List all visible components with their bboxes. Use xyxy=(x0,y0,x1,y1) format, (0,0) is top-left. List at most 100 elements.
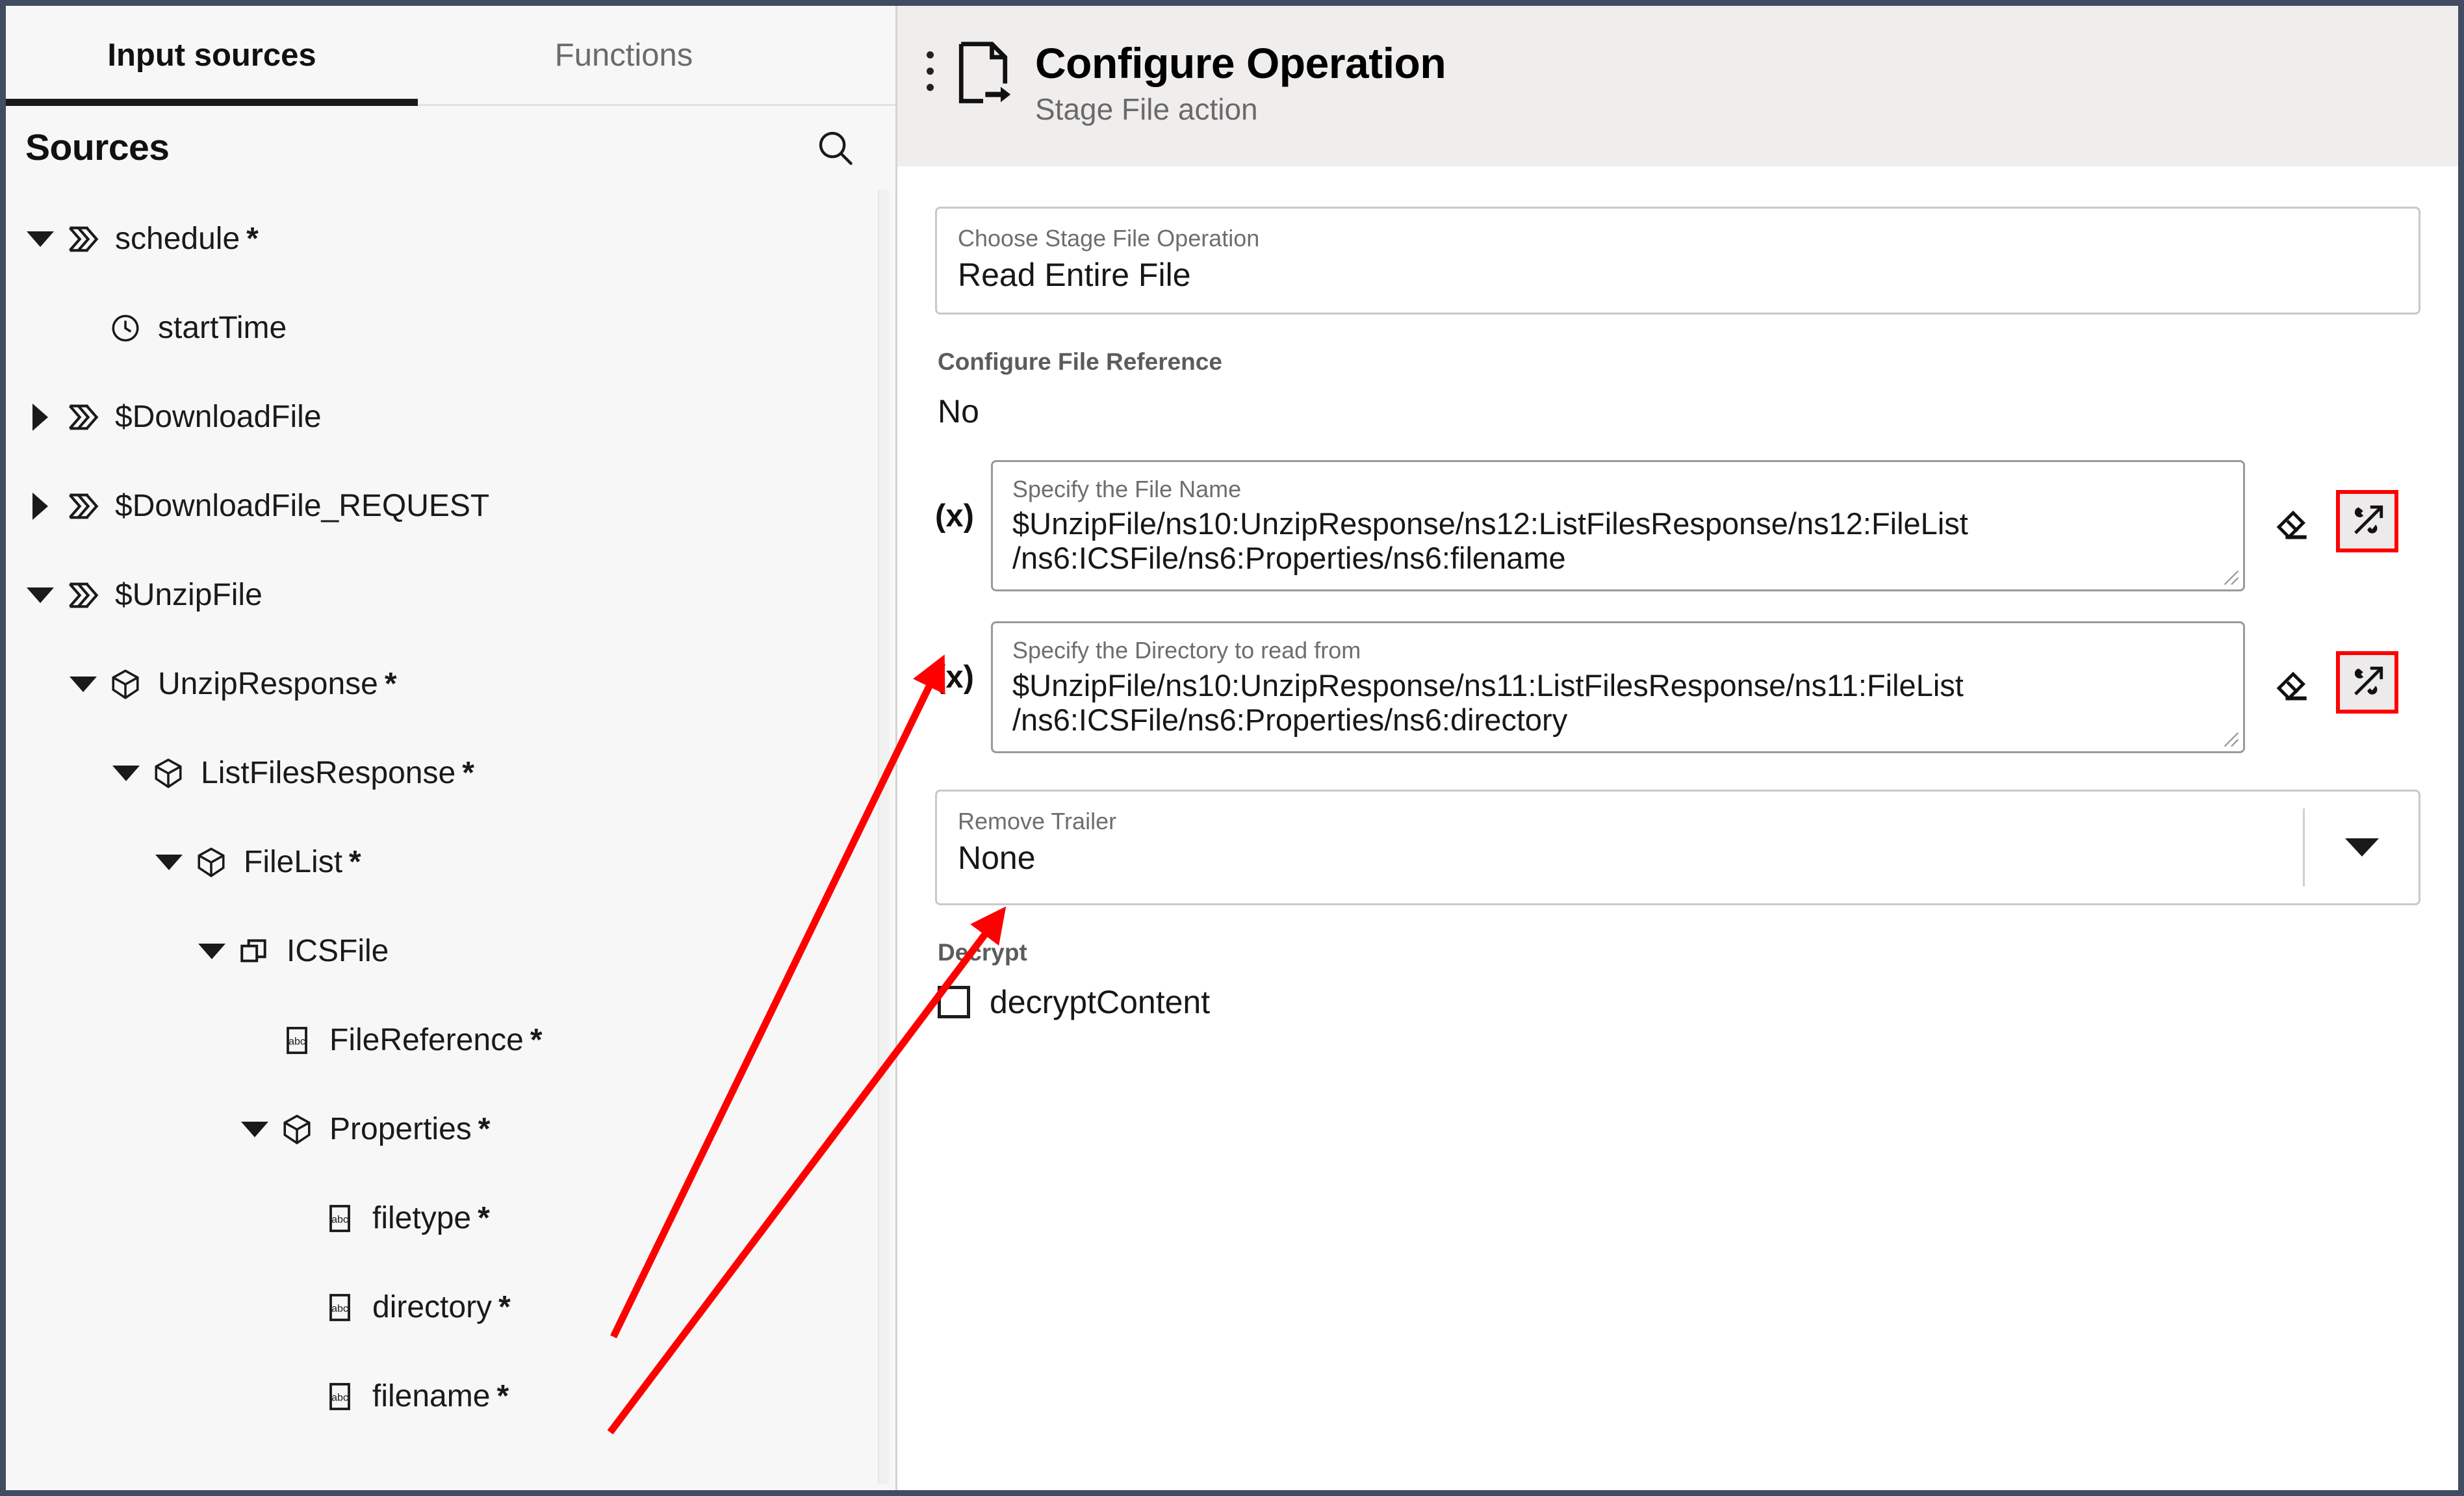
file-name-input[interactable]: Specify the File Name $UnzipFile/ns10:Un… xyxy=(991,460,2245,592)
tree-item-label: Properties xyxy=(329,1114,472,1145)
caret-down-icon[interactable] xyxy=(68,669,98,699)
tree-item-label: schedule xyxy=(115,224,240,255)
required-marker: * xyxy=(246,221,259,257)
decrypt-content-row[interactable]: decryptContent xyxy=(938,983,2420,1021)
remove-trailer-label: Remove Trailer xyxy=(958,808,2282,834)
panel-tab-bar: Input sources Functions xyxy=(6,6,895,106)
tree-item-label: filetype xyxy=(372,1203,471,1234)
tree-item-filelist[interactable]: FileList* xyxy=(6,818,895,907)
stage-file-operation-field[interactable]: Choose Stage File Operation Read Entire … xyxy=(935,207,2420,315)
abc-field-icon: abc xyxy=(322,1200,358,1237)
expression-marker-icon: (x) xyxy=(935,621,991,695)
tree-item-label: ListFilesResponse xyxy=(201,758,456,789)
caret-down-icon[interactable] xyxy=(111,758,141,788)
chevron-stack-icon xyxy=(64,399,101,435)
required-marker: * xyxy=(530,1022,543,1058)
sources-header: Sources xyxy=(6,106,895,189)
tree-item-unzipresponse[interactable]: UnzipResponse* xyxy=(6,639,895,729)
eraser-icon[interactable] xyxy=(2262,490,2324,552)
directory-input[interactable]: Specify the Directory to read from $Unzi… xyxy=(991,621,2245,753)
operation-header: Configure Operation Stage File action xyxy=(897,6,2458,166)
page-title: Configure Operation xyxy=(1035,41,1446,86)
eraser-icon[interactable] xyxy=(2262,651,2324,714)
application-window: Input sources Functions Sources schedule… xyxy=(0,0,2464,1496)
kebab-dot xyxy=(927,51,934,58)
decrypt-content-checkbox[interactable] xyxy=(938,986,970,1018)
svg-text:abc: abc xyxy=(331,1392,348,1403)
tree-item-downloadfilerequest[interactable]: $DownloadFile_REQUEST xyxy=(6,461,895,550)
tree-item-label: FileList xyxy=(244,847,342,878)
tree-item-starttime[interactable]: startTime xyxy=(6,283,895,372)
tree-item-label: filename xyxy=(372,1381,490,1412)
caret-down-icon[interactable] xyxy=(25,224,55,254)
decrypt-content-label: decryptContent xyxy=(990,983,1210,1021)
tree-item-directory[interactable]: abc directory* xyxy=(6,1263,895,1352)
tools-icon[interactable] xyxy=(2336,490,2398,552)
cube-icon xyxy=(150,755,186,792)
tree-item-filename[interactable]: abc filename* xyxy=(6,1352,895,1441)
cube-icon xyxy=(193,844,229,881)
file-name-actions xyxy=(2245,460,2398,552)
tree-item-properties[interactable]: Properties* xyxy=(6,1085,895,1174)
tree-item-downloadfile[interactable]: $DownloadFile xyxy=(6,372,895,461)
chevron-stack-icon xyxy=(64,488,101,524)
caret-placeholder xyxy=(283,1382,313,1412)
tree-item-unzipfile[interactable]: $UnzipFile xyxy=(6,550,895,639)
tree-item-label: FileReference xyxy=(329,1025,524,1056)
tree-item-label: $UnzipFile xyxy=(115,580,263,611)
svg-text:abc: abc xyxy=(331,1303,348,1314)
remove-trailer-value: None xyxy=(958,840,2282,876)
chevron-stack-icon xyxy=(64,577,101,613)
caret-down-icon[interactable] xyxy=(25,580,55,610)
tree-item-label: startTime xyxy=(158,313,287,344)
search-icon[interactable] xyxy=(815,127,855,168)
caret-right-icon[interactable] xyxy=(25,402,55,432)
clock-icon xyxy=(107,310,144,346)
required-marker: * xyxy=(496,1378,509,1414)
operation-form: Choose Stage File Operation Read Entire … xyxy=(897,166,2458,1490)
required-marker: * xyxy=(498,1289,511,1325)
directory-value-line1: $UnzipFile/ns10:UnzipResponse/ns11:ListF… xyxy=(1012,669,2225,703)
configure-file-reference-label: Configure File Reference xyxy=(938,348,2420,376)
caret-placeholder xyxy=(283,1293,313,1322)
svg-text:abc: abc xyxy=(331,1214,348,1225)
required-marker: * xyxy=(385,666,397,702)
tree-item-icsfile[interactable]: ICSFile xyxy=(6,907,895,996)
caret-right-icon[interactable] xyxy=(25,491,55,521)
tree-item-filetype[interactable]: abcfiletype* xyxy=(6,1174,895,1263)
stage-file-operation-value: Read Entire File xyxy=(958,257,2398,293)
tree-item-listfilesresponse[interactable]: ListFilesResponse* xyxy=(6,729,895,818)
tree-item-label: directory xyxy=(372,1292,492,1323)
expression-marker-icon: (x) xyxy=(935,460,991,534)
chevron-down-icon[interactable] xyxy=(2303,808,2419,886)
resize-grip-icon[interactable] xyxy=(2223,569,2240,586)
tab-input-sources[interactable]: Input sources xyxy=(6,6,418,104)
tools-icon[interactable] xyxy=(2336,651,2398,714)
tree-item-label: ICSFile xyxy=(287,936,389,967)
page-subtitle: Stage File action xyxy=(1035,94,1446,125)
caret-down-icon[interactable] xyxy=(154,847,184,877)
tab-functions[interactable]: Functions xyxy=(418,6,830,104)
directory-row: (x) Specify the Directory to read from $… xyxy=(935,621,2420,753)
resize-grip-icon[interactable] xyxy=(2223,731,2240,748)
tree-item-schedule[interactable]: schedule* xyxy=(6,194,895,283)
caret-down-icon[interactable] xyxy=(197,936,227,966)
caret-placeholder xyxy=(240,1025,270,1055)
cube-icon xyxy=(107,666,144,703)
abc-field-icon: abc xyxy=(322,1289,358,1326)
file-name-row: (x) Specify the File Name $UnzipFile/ns1… xyxy=(935,460,2420,592)
caret-down-icon[interactable] xyxy=(240,1115,270,1144)
tree-item-filereference[interactable]: abc FileReference* xyxy=(6,996,895,1085)
sources-tree-scrollbar[interactable] xyxy=(878,190,889,1484)
svg-text:abc: abc xyxy=(289,1036,305,1047)
sources-title: Sources xyxy=(25,126,169,169)
remove-trailer-select[interactable]: Remove Trailer None xyxy=(935,790,2420,905)
repeating-element-icon xyxy=(236,933,272,970)
file-name-label: Specify the File Name xyxy=(1012,476,2225,502)
tab-input-sources-label: Input sources xyxy=(107,37,316,73)
directory-value-line2: /ns6:ICSFile/ns6:Properties/ns6:director… xyxy=(1012,703,2225,738)
configure-file-reference-value: No xyxy=(938,393,2420,430)
sources-tree[interactable]: schedule*startTime$DownloadFile$Download… xyxy=(6,189,895,1490)
kebab-menu-icon[interactable] xyxy=(916,40,944,91)
abc-field-icon: abc xyxy=(279,1022,315,1059)
